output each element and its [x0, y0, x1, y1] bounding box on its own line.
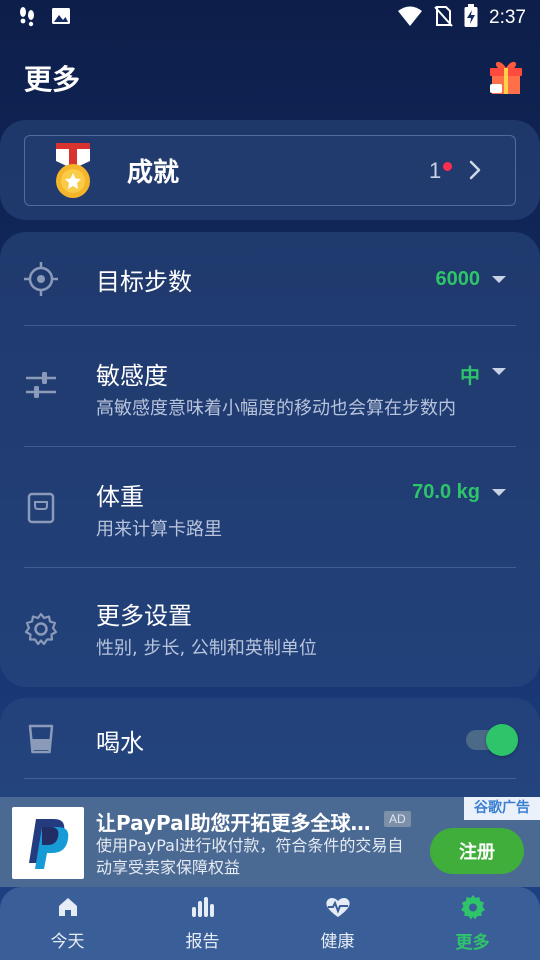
- scale-icon: [22, 489, 60, 531]
- gift-icon: [486, 56, 526, 100]
- home-icon: [56, 895, 80, 923]
- water-toggle[interactable]: [466, 724, 518, 756]
- wifi-icon: [397, 5, 423, 31]
- divider: [24, 778, 516, 779]
- nav-label: 今天: [50, 932, 85, 952]
- ad-source-label: 谷歌广告: [464, 797, 540, 820]
- weight-subtitle: 用来计算卡路里: [96, 519, 222, 540]
- sensitivity-value[interactable]: 中: [460, 360, 480, 389]
- battery-charging-icon: [463, 4, 479, 32]
- nav-label: 报告: [185, 932, 220, 952]
- ad-description: 使用PayPal进行收付款，符合条件的交易自动享受卖家保障权益: [96, 836, 404, 877]
- more-settings-subtitle: 性别, 步长, 公制和英制单位: [96, 638, 317, 659]
- nav-label: 健康: [320, 932, 355, 952]
- achievement-count: 1: [429, 157, 442, 183]
- target-icon: [22, 260, 60, 302]
- medal-icon: [53, 143, 93, 203]
- water-title: 喝水: [96, 729, 144, 757]
- more-settings-title: 更多设置: [96, 602, 192, 630]
- app-header: 更多: [0, 50, 540, 106]
- sliders-icon: [22, 366, 60, 408]
- achievement-card: 成就 1: [0, 120, 540, 220]
- image-icon: [50, 5, 72, 31]
- sensitivity-title: 敏感度: [96, 362, 168, 390]
- step-goal-title: 目标步数: [96, 268, 192, 296]
- ad-banner[interactable]: 让PayPal助您开拓更多全球… AD 使用PayPal进行收付款，符合条件的交…: [0, 797, 540, 887]
- paypal-logo: [12, 807, 84, 879]
- no-sim-icon: [433, 5, 453, 31]
- water-glass-icon: [22, 720, 60, 762]
- chevron-right-icon: [467, 158, 483, 186]
- ad-tag: AD: [384, 811, 411, 827]
- more-settings-row[interactable]: 更多设置 性别, 步长, 公制和英制单位: [0, 568, 540, 686]
- gear-icon: [22, 610, 60, 652]
- dropdown-caret-icon: [492, 276, 506, 283]
- toggle-knob: [486, 724, 518, 756]
- ad-title: 让PayPal助您开拓更多全球…: [96, 811, 371, 835]
- bottom-nav: 今天 报告 健康 更多: [0, 887, 540, 960]
- step-goal-row[interactable]: 目标步数 6000: [0, 232, 540, 326]
- sensitivity-subtitle: 高敏感度意味着小幅度的移动也会算在步数内: [96, 398, 456, 419]
- settings-card: 目标步数 6000 敏感度 高敏感度意味着小幅度的移动也会算在步数内 中 体重 …: [0, 232, 540, 687]
- weight-value[interactable]: 70.0 kg: [412, 481, 480, 504]
- notification-dot: [443, 162, 452, 171]
- nav-tab-more[interactable]: 更多: [405, 887, 540, 960]
- achievement-row[interactable]: 成就 1: [24, 135, 516, 206]
- nav-label: 更多: [455, 933, 490, 953]
- status-bar: 2:37: [0, 0, 540, 36]
- status-time: 2:37: [489, 7, 526, 28]
- ad-signup-button[interactable]: 注册: [430, 828, 524, 874]
- dropdown-caret-icon: [492, 368, 506, 375]
- sensitivity-row[interactable]: 敏感度 高敏感度意味着小幅度的移动也会算在步数内 中: [0, 326, 540, 446]
- nav-tab-today[interactable]: 今天: [0, 887, 135, 960]
- footsteps-icon: [16, 5, 38, 31]
- heart-pulse-icon: [324, 895, 352, 923]
- water-row: 喝水: [0, 698, 540, 778]
- page-title: 更多: [24, 63, 81, 96]
- weight-title: 体重: [96, 483, 144, 511]
- gear-icon: [460, 894, 486, 924]
- bar-chart-icon: [190, 895, 216, 923]
- nav-tab-health[interactable]: 健康: [270, 887, 405, 960]
- nav-tab-report[interactable]: 报告: [135, 887, 270, 960]
- gift-button[interactable]: [484, 56, 528, 100]
- achievement-label: 成就: [127, 158, 180, 188]
- weight-row[interactable]: 体重 用来计算卡路里 70.0 kg: [0, 447, 540, 567]
- step-goal-value[interactable]: 6000: [436, 268, 481, 291]
- dropdown-caret-icon: [492, 489, 506, 496]
